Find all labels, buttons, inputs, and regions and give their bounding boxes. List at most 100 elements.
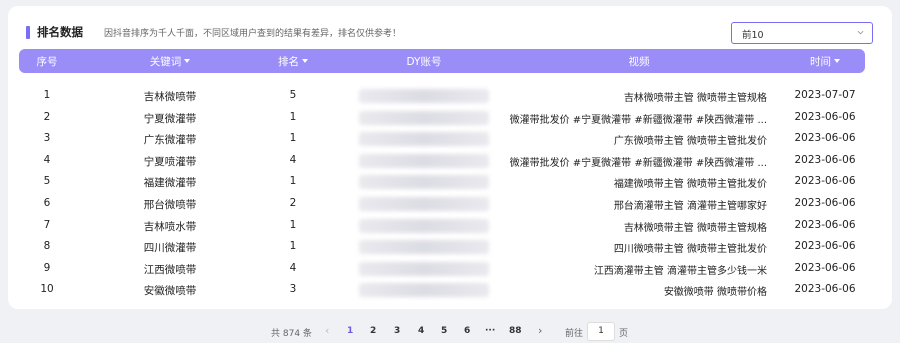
pagination: 共 874 条 ‹ 1 2 3 4 5 6 ··· 88 › 前往 1 页 xyxy=(0,322,900,342)
table-row: 10 安徽微喷带 3 安徽微喷带 微喷带价格 2023-06-06 xyxy=(19,279,865,301)
goto-prefix: 前往 xyxy=(565,329,584,339)
next-page-button[interactable]: › xyxy=(538,324,542,337)
row-account-redacted xyxy=(359,218,489,233)
row-account-redacted xyxy=(359,110,489,125)
row-rank: 1 xyxy=(289,132,297,145)
page-88-button[interactable]: 88 xyxy=(509,326,522,336)
page-title: 排名数据 xyxy=(37,25,83,39)
row-time: 2023-06-06 xyxy=(794,261,856,274)
row-video-title[interactable]: 邢台滴灌带主管 滴灌带主管哪家好 xyxy=(497,197,767,212)
page-3-button[interactable]: 3 xyxy=(394,326,400,336)
goto-suffix: 页 xyxy=(619,329,629,339)
row-video-title[interactable]: 安徽微喷带 微喷带价格 xyxy=(497,283,767,298)
row-account-redacted xyxy=(359,153,489,168)
page-4-button[interactable]: 4 xyxy=(418,326,424,336)
row-video-title[interactable]: 江西滴灌带主管 滴灌带主管多少钱一米 xyxy=(497,262,767,277)
chevron-down-icon xyxy=(857,30,864,35)
row-keyword: 江西微喷带 xyxy=(143,263,197,276)
column-header-index: 序号 xyxy=(36,56,58,68)
row-rank: 1 xyxy=(289,218,297,231)
row-rank: 3 xyxy=(289,283,297,296)
row-index: 8 xyxy=(43,240,51,253)
row-time: 2023-07-07 xyxy=(794,89,856,101)
page-2-button[interactable]: 2 xyxy=(370,326,376,336)
top-n-select-value: 前10 xyxy=(742,30,764,41)
goto-page-input[interactable]: 1 xyxy=(587,322,615,341)
row-time: 2023-06-06 xyxy=(794,240,856,253)
row-time: 2023-06-06 xyxy=(794,110,856,123)
row-time: 2023-06-06 xyxy=(794,153,856,166)
page-6-button[interactable]: 6 xyxy=(464,326,470,336)
row-rank: 1 xyxy=(289,175,297,188)
title-accent-bar xyxy=(26,26,30,39)
row-index: 6 xyxy=(43,196,51,209)
row-rank: 4 xyxy=(289,153,297,166)
table-row: 3 广东微灌带 1 广东微喷带主管 微喷带主管批发价 2023-06-06 xyxy=(19,128,865,150)
table-row: 9 江西微喷带 4 江西滴灌带主管 滴灌带主管多少钱一米 2023-06-06 xyxy=(19,258,865,280)
more-pages-ellipsis[interactable]: ··· xyxy=(485,326,495,336)
row-time: 2023-06-06 xyxy=(794,175,856,188)
prev-page-button[interactable]: ‹ xyxy=(325,324,329,337)
row-index: 9 xyxy=(43,261,51,274)
row-index: 4 xyxy=(43,153,51,166)
row-account-redacted xyxy=(359,132,489,147)
row-keyword: 四川微灌带 xyxy=(143,242,197,255)
row-rank: 2 xyxy=(289,196,297,209)
row-video-title[interactable]: 微灌带批发价 #宁夏微灌带 #新疆微灌带 #陕西微灌带 ... xyxy=(497,154,767,169)
row-index: 3 xyxy=(43,132,51,145)
table-header: 序号 关键词 排名 DY账号 视频 时间 xyxy=(19,49,865,73)
row-video-title[interactable]: 微灌带批发价 #宁夏微灌带 #新疆微灌带 #陕西微灌带 ... xyxy=(497,111,767,126)
row-video-title[interactable]: 福建微喷带主管 微喷带主管批发价 xyxy=(497,175,767,190)
row-keyword: 宁夏喷灌带 xyxy=(143,155,197,168)
table-row: 5 福建微灌带 1 福建微喷带主管 微喷带主管批发价 2023-06-06 xyxy=(19,171,865,193)
row-account-redacted xyxy=(359,196,489,211)
row-index: 10 xyxy=(40,283,54,296)
row-rank: 1 xyxy=(289,240,297,253)
ranking-table: 序号 关键词 排名 DY账号 视频 时间 1 吉林微喷带 5 吉林微喷带主管 微喷带主… xyxy=(19,49,865,301)
row-time: 2023-06-06 xyxy=(794,132,856,145)
row-keyword: 邢台微喷带 xyxy=(143,198,197,211)
row-video-title[interactable]: 四川微喷带主管 微喷带主管批发价 xyxy=(497,240,767,255)
row-keyword: 广东微灌带 xyxy=(143,134,197,147)
row-rank: 4 xyxy=(289,261,297,274)
row-time: 2023-06-06 xyxy=(794,218,856,231)
table-row: 6 邢台微喷带 2 邢台滴灌带主管 滴灌带主管哪家好 2023-06-06 xyxy=(19,193,865,215)
row-time: 2023-06-06 xyxy=(794,196,856,209)
column-header-rank[interactable]: 排名 xyxy=(271,54,315,69)
row-index: 5 xyxy=(43,175,51,188)
top-n-select[interactable]: 前10 xyxy=(731,22,873,44)
row-keyword: 福建微灌带 xyxy=(143,177,197,190)
page-5-button[interactable]: 5 xyxy=(441,326,447,336)
page-1-button[interactable]: 1 xyxy=(347,326,353,336)
total-count: 共 874 条 xyxy=(271,329,312,339)
row-keyword: 吉林喷水带 xyxy=(143,220,197,233)
column-header-keyword[interactable]: 关键词 xyxy=(114,54,226,69)
table-row: 1 吉林微喷带 5 吉林微喷带主管 微喷带主管规格 2023-07-07 xyxy=(19,85,865,107)
disclaimer-text: 因抖音排序为千人千面，不同区域用户查到的结果有差异，排名仅供参考！ xyxy=(104,29,402,39)
row-keyword: 安徽微喷带 xyxy=(143,285,197,298)
row-account-redacted xyxy=(359,89,489,103)
table-row: 2 宁夏微灌带 1 微灌带批发价 #宁夏微灌带 #新疆微灌带 #陕西微灌带 ... 20… xyxy=(19,107,865,129)
table-body: 1 吉林微喷带 5 吉林微喷带主管 微喷带主管规格 2023-07-07 2 宁夏微灌带 1 微… xyxy=(19,73,865,301)
row-video-title[interactable]: 广东微喷带主管 微喷带主管批发价 xyxy=(497,132,767,147)
row-account-redacted xyxy=(359,283,489,298)
row-video-title[interactable]: 吉林微喷带主管 微喷带主管规格 xyxy=(497,89,767,104)
row-video-title[interactable]: 吉林微喷带主管 微喷带主管规格 xyxy=(497,219,767,234)
row-index: 2 xyxy=(43,110,51,123)
sort-down-icon xyxy=(834,59,840,63)
column-header-time[interactable]: 时间 xyxy=(785,54,865,69)
row-keyword: 宁夏微灌带 xyxy=(143,112,197,125)
row-account-redacted xyxy=(359,240,489,255)
row-account-redacted xyxy=(359,175,489,190)
row-index: 1 xyxy=(43,89,51,101)
row-rank: 5 xyxy=(289,89,297,101)
row-rank: 1 xyxy=(289,110,297,123)
table-row: 8 四川微灌带 1 四川微喷带主管 微喷带主管批发价 2023-06-06 xyxy=(19,236,865,258)
row-index: 7 xyxy=(43,218,51,231)
table-row: 4 宁夏喷灌带 4 微灌带批发价 #宁夏微灌带 #新疆微灌带 #陕西微灌带 ... 20… xyxy=(19,150,865,172)
table-row: 7 吉林喷水带 1 吉林微喷带主管 微喷带主管规格 2023-06-06 xyxy=(19,215,865,237)
sort-down-icon xyxy=(302,59,308,63)
column-header-video: 视频 xyxy=(628,56,650,68)
row-account-redacted xyxy=(359,261,489,276)
row-keyword: 吉林微喷带 xyxy=(143,91,197,103)
